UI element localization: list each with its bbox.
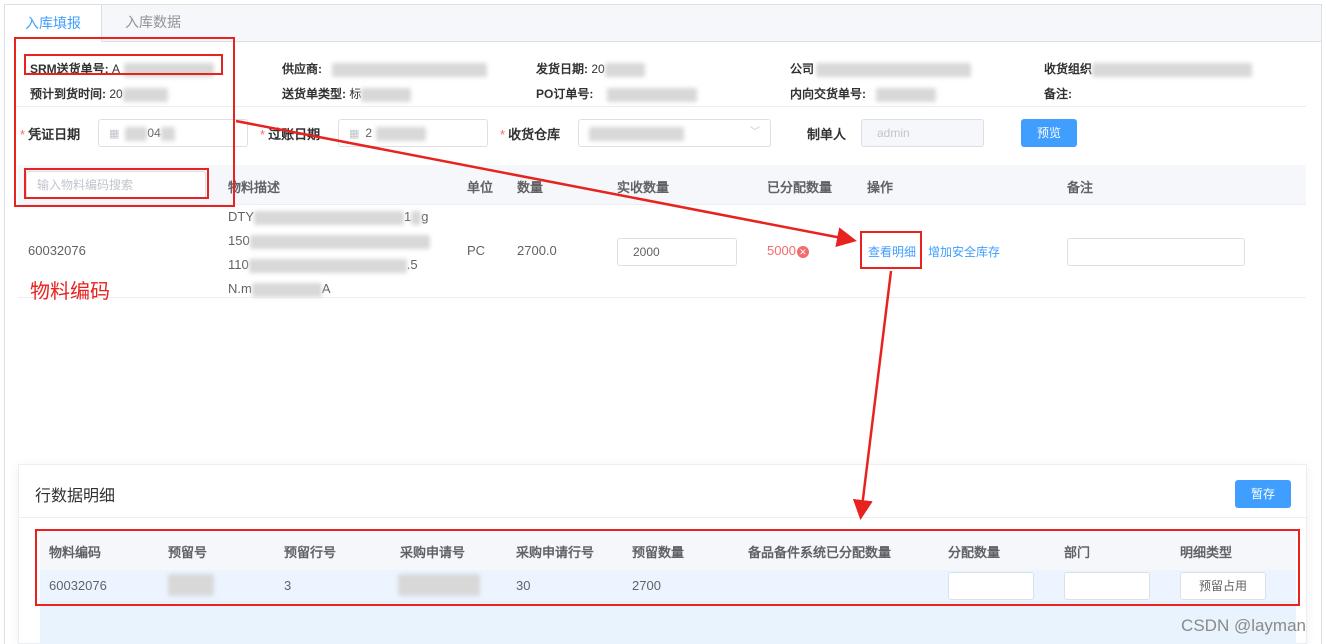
annotation-box-view-detail (860, 231, 922, 269)
supplier-label: 供应商: (282, 62, 322, 76)
redacted-block (249, 234, 430, 249)
col-remark: 备注 (1067, 180, 1094, 195)
chevron-down-icon: ﹀ (750, 127, 760, 138)
redacted-block (876, 87, 936, 102)
post-date-label: * 过账日期 (260, 127, 321, 142)
warehouse-select[interactable]: ﹀ (578, 119, 771, 147)
close-circle-icon[interactable]: ✕ (796, 245, 809, 258)
redacted-block (1092, 62, 1253, 77)
redacted-block (604, 62, 645, 77)
company-field: 公司 (790, 60, 972, 77)
po-field: PO订单号: (536, 85, 698, 102)
po-label: PO订单号: (536, 87, 594, 101)
card-header: 行数据明细 暂存 (19, 465, 1306, 518)
delivery-type-field: 送货单类型: 标 (282, 85, 412, 102)
creator-input: admin (861, 119, 984, 147)
annotation-box-detail-table (35, 529, 1300, 606)
material-desc: DTY 1 g 150 110.5 N.m A (228, 209, 430, 297)
annotation-material-code: 物料编码 (30, 279, 110, 303)
redacted-block (251, 282, 322, 297)
redacted-block (332, 62, 487, 77)
redacted-block (607, 87, 698, 102)
redacted-block (376, 126, 427, 141)
col-desc: 物料描述 (228, 180, 281, 195)
redacted-block (589, 126, 684, 141)
calendar-icon: ▦ (349, 128, 360, 140)
save-draft-button[interactable]: 暂存 (1235, 480, 1291, 508)
delivery-type-label: 送货单类型: (282, 87, 346, 101)
ship-date-value: 20 (591, 62, 605, 76)
allocated-qty: 5000 ✕ (767, 243, 809, 258)
card-title: 行数据明细 (35, 488, 116, 505)
preview-button[interactable]: 预览 (1021, 119, 1077, 147)
creator-label: 制单人 (807, 127, 847, 142)
warehouse-label: * 收货仓库 (500, 127, 561, 142)
redacted-block (254, 210, 404, 225)
ship-date-label: 发货日期: (536, 62, 588, 76)
redacted-block (361, 87, 412, 102)
received-qty-input[interactable]: 2000 (617, 238, 737, 266)
redacted-block (411, 210, 422, 225)
col-allocated: 已分配数量 (767, 180, 833, 195)
delivery-type-value: 标 (349, 87, 362, 101)
col-qty: 数量 (517, 180, 544, 195)
watermark: CSDN @layman (1181, 616, 1306, 635)
table-body-fill (40, 602, 1296, 644)
col-unit: 单位 (467, 180, 494, 195)
redacted-block (816, 62, 972, 77)
post-date-value: 2 (365, 126, 373, 140)
annotation-box-search (24, 168, 209, 199)
redacted-block (248, 258, 407, 273)
col-received: 实收数量 (617, 180, 670, 195)
add-safety-stock-link[interactable]: 增加安全库存 (928, 243, 1000, 260)
ship-date-field: 发货日期: 20 (536, 60, 645, 77)
post-date-picker[interactable]: ▦ 2 (338, 119, 488, 147)
col-action: 操作 (867, 180, 894, 195)
table-row: 60032076 DTY 1 g 150 110.5 N.m A PC 2700.0 … (18, 205, 1306, 298)
unit-value: PC (467, 243, 486, 258)
remark-input[interactable] (1067, 238, 1245, 266)
material-code: 60032076 (28, 243, 86, 258)
supplier-field: 供应商: (282, 60, 487, 77)
receive-org-field: 收货组织 (1044, 60, 1253, 77)
company-label: 公司 (790, 62, 815, 76)
inner-delivery-field: 内向交货单号: (790, 85, 936, 102)
remark-field: 备注: (1044, 85, 1072, 102)
annotation-box-srm (24, 54, 223, 75)
receive-org-label: 收货组织 (1044, 62, 1093, 76)
qty-value: 2700.0 (517, 243, 557, 258)
remark-label: 备注: (1044, 87, 1072, 101)
inner-delivery-label: 内向交货单号: (790, 87, 866, 101)
